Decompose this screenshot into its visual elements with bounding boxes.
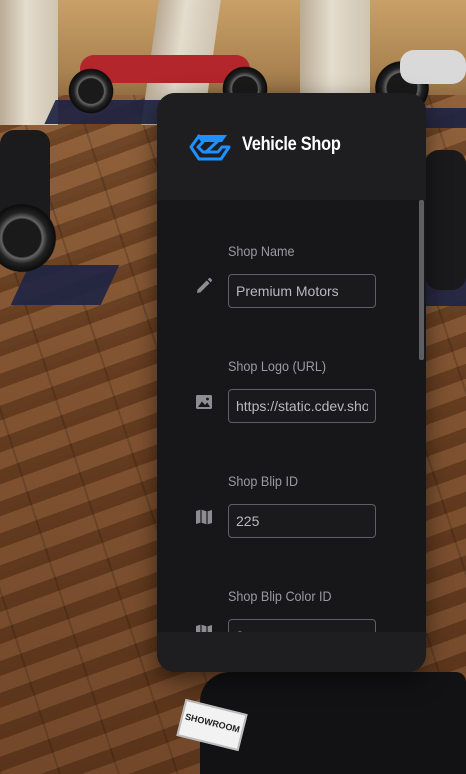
shop-blip-color-id-input[interactable] (228, 619, 376, 632)
settings-form: Shop Name Shop Logo (URL) Shop Blip ID (157, 200, 426, 632)
shop-logo-field: Shop Logo (URL) (157, 325, 426, 440)
shop-logo-label: Shop Logo (URL) (228, 358, 327, 374)
panel-footer (157, 632, 426, 672)
shop-logo-url-input[interactable] (228, 389, 376, 423)
shop-blip-id-input[interactable] (228, 504, 376, 538)
vehicle-shop-logo-icon (189, 134, 231, 161)
dark-motorcycle (425, 150, 466, 290)
shop-name-label: Shop Name (228, 243, 295, 259)
scrollbar-thumb[interactable] (419, 200, 424, 360)
map-icon (196, 624, 212, 632)
shop-blip-color-id-label: Shop Blip Color ID (228, 588, 332, 604)
vehicle-shop-panel: Vehicle Shop Shop Name Shop Logo (URL) (157, 93, 426, 672)
shop-name-field: Shop Name (157, 210, 426, 325)
pencil-icon (197, 277, 213, 293)
shop-blip-id-field: Shop Blip ID (157, 440, 426, 555)
panel-title: Vehicle Shop (242, 134, 341, 155)
motorcycle-wheel (66, 66, 116, 116)
map-icon (196, 509, 212, 525)
shop-blip-id-label: Shop Blip ID (228, 473, 299, 489)
panel-header: Vehicle Shop (157, 93, 426, 200)
shop-blip-color-id-field: Shop Blip Color ID (157, 555, 426, 632)
pillar (0, 0, 58, 125)
image-icon (196, 395, 212, 409)
white-motorcycle (400, 50, 466, 84)
shop-name-input[interactable] (228, 274, 376, 308)
